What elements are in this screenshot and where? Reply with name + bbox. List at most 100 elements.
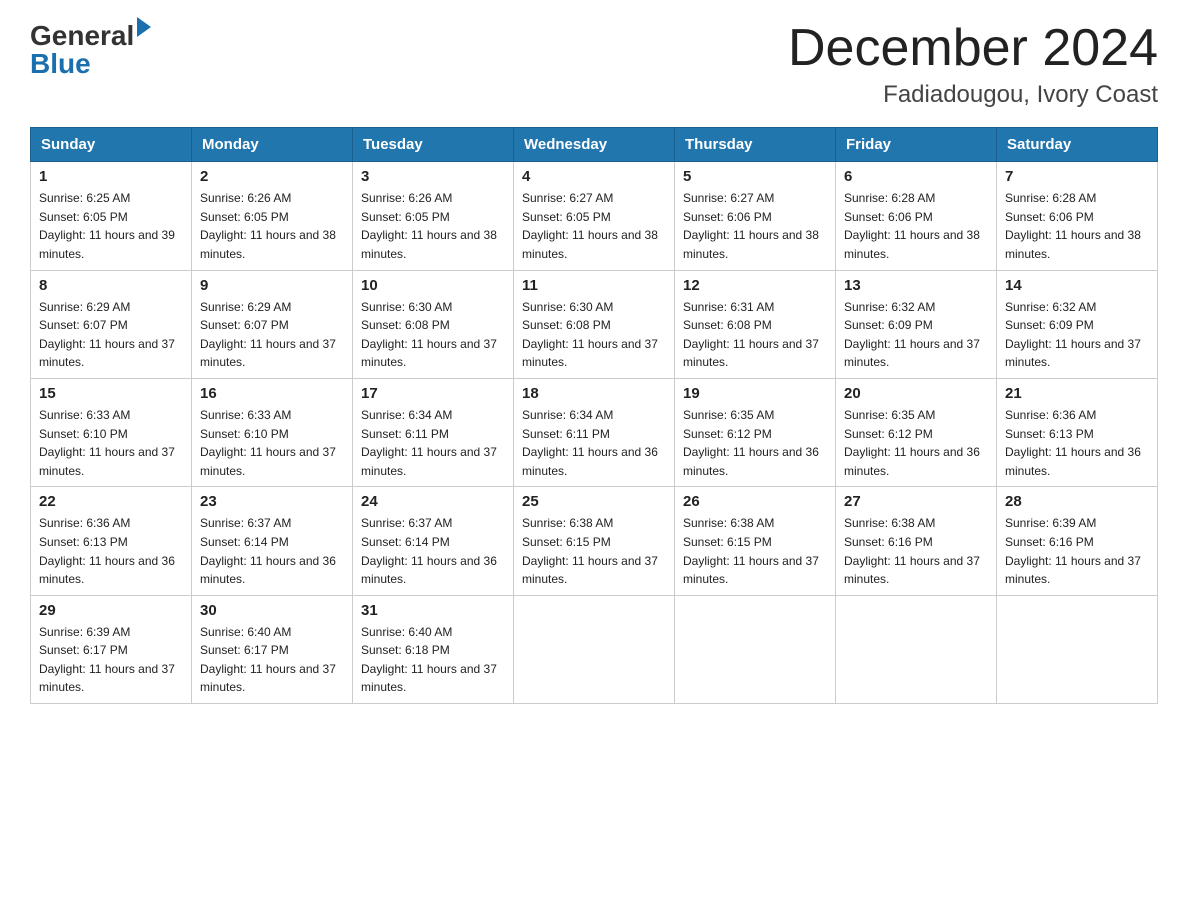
day-info: Sunrise: 6:26 AMSunset: 6:05 PMDaylight:… <box>361 189 505 263</box>
day-info: Sunrise: 6:31 AMSunset: 6:08 PMDaylight:… <box>683 298 827 372</box>
day-number: 29 <box>39 602 183 619</box>
header-cell-sunday: Sunday <box>31 128 192 162</box>
day-info: Sunrise: 6:38 AMSunset: 6:15 PMDaylight:… <box>522 514 666 588</box>
day-number: 20 <box>844 385 988 402</box>
day-number: 1 <box>39 168 183 185</box>
calendar-cell: 25 Sunrise: 6:38 AMSunset: 6:15 PMDayligh… <box>514 487 675 595</box>
calendar-cell: 7 Sunrise: 6:28 AMSunset: 6:06 PMDaylight… <box>997 162 1158 270</box>
calendar-cell <box>997 595 1158 703</box>
day-number: 4 <box>522 168 666 185</box>
day-info: Sunrise: 6:38 AMSunset: 6:16 PMDaylight:… <box>844 514 988 588</box>
day-info: Sunrise: 6:37 AMSunset: 6:14 PMDaylight:… <box>361 514 505 588</box>
header-cell-saturday: Saturday <box>997 128 1158 162</box>
calendar-cell: 19 Sunrise: 6:35 AMSunset: 6:12 PMDayligh… <box>675 378 836 486</box>
day-number: 14 <box>1005 277 1149 294</box>
day-info: Sunrise: 6:35 AMSunset: 6:12 PMDaylight:… <box>844 406 988 480</box>
day-info: Sunrise: 6:39 AMSunset: 6:17 PMDaylight:… <box>39 623 183 697</box>
day-number: 27 <box>844 493 988 510</box>
day-number: 2 <box>200 168 344 185</box>
calendar-cell: 8 Sunrise: 6:29 AMSunset: 6:07 PMDaylight… <box>31 270 192 378</box>
day-number: 23 <box>200 493 344 510</box>
page-subtitle: Fadiadougou, Ivory Coast <box>788 81 1158 109</box>
day-info: Sunrise: 6:39 AMSunset: 6:16 PMDaylight:… <box>1005 514 1149 588</box>
calendar-cell: 2Sunrise: 6:26 AMSunset: 6:05 PMDaylight… <box>192 162 353 270</box>
calendar-cell: 9 Sunrise: 6:29 AMSunset: 6:07 PMDaylight… <box>192 270 353 378</box>
day-number: 9 <box>200 277 344 294</box>
day-number: 19 <box>683 385 827 402</box>
calendar-cell: 16 Sunrise: 6:33 AMSunset: 6:10 PMDayligh… <box>192 378 353 486</box>
day-info: Sunrise: 6:28 AMSunset: 6:06 PMDaylight:… <box>844 189 988 263</box>
day-info: Sunrise: 6:36 AMSunset: 6:13 PMDaylight:… <box>1005 406 1149 480</box>
calendar-cell <box>514 595 675 703</box>
day-info: Sunrise: 6:25 AMSunset: 6:05 PMDaylight:… <box>39 189 183 263</box>
day-number: 21 <box>1005 385 1149 402</box>
day-info: Sunrise: 6:32 AMSunset: 6:09 PMDaylight:… <box>1005 298 1149 372</box>
day-number: 18 <box>522 385 666 402</box>
day-number: 12 <box>683 277 827 294</box>
header-cell-wednesday: Wednesday <box>514 128 675 162</box>
logo-arrow-icon <box>137 17 151 37</box>
day-info: Sunrise: 6:38 AMSunset: 6:15 PMDaylight:… <box>683 514 827 588</box>
calendar-week-row: 15 Sunrise: 6:33 AMSunset: 6:10 PMDayligh… <box>31 378 1158 486</box>
day-number: 15 <box>39 385 183 402</box>
day-number: 6 <box>844 168 988 185</box>
day-number: 10 <box>361 277 505 294</box>
day-info: Sunrise: 6:27 AMSunset: 6:05 PMDaylight:… <box>522 189 666 263</box>
day-number: 31 <box>361 602 505 619</box>
calendar-cell: 30Sunrise: 6:40 AMSunset: 6:17 PMDayligh… <box>192 595 353 703</box>
day-info: Sunrise: 6:28 AMSunset: 6:06 PMDaylight:… <box>1005 189 1149 263</box>
calendar-cell: 20 Sunrise: 6:35 AMSunset: 6:12 PMDayligh… <box>836 378 997 486</box>
calendar-week-row: 29 Sunrise: 6:39 AMSunset: 6:17 PMDayligh… <box>31 595 1158 703</box>
calendar-cell: 24 Sunrise: 6:37 AMSunset: 6:14 PMDayligh… <box>353 487 514 595</box>
calendar-cell: 4 Sunrise: 6:27 AMSunset: 6:05 PMDaylight… <box>514 162 675 270</box>
day-number: 30 <box>200 602 344 619</box>
calendar-cell: 1 Sunrise: 6:25 AMSunset: 6:05 PMDaylight… <box>31 162 192 270</box>
calendar-cell: 31 Sunrise: 6:40 AMSunset: 6:18 PMDayligh… <box>353 595 514 703</box>
day-number: 25 <box>522 493 666 510</box>
calendar-cell: 14 Sunrise: 6:32 AMSunset: 6:09 PMDayligh… <box>997 270 1158 378</box>
calendar-cell: 17 Sunrise: 6:34 AMSunset: 6:11 PMDayligh… <box>353 378 514 486</box>
calendar-cell: 18 Sunrise: 6:34 AMSunset: 6:11 PMDayligh… <box>514 378 675 486</box>
calendar-cell: 11Sunrise: 6:30 AMSunset: 6:08 PMDayligh… <box>514 270 675 378</box>
calendar-cell: 21 Sunrise: 6:36 AMSunset: 6:13 PMDayligh… <box>997 378 1158 486</box>
day-info: Sunrise: 6:32 AMSunset: 6:09 PMDaylight:… <box>844 298 988 372</box>
day-info: Sunrise: 6:29 AMSunset: 6:07 PMDaylight:… <box>39 298 183 372</box>
calendar-header: SundayMondayTuesdayWednesdayThursdayFrid… <box>31 128 1158 162</box>
day-info: Sunrise: 6:35 AMSunset: 6:12 PMDaylight:… <box>683 406 827 480</box>
header-cell-friday: Friday <box>836 128 997 162</box>
calendar-cell: 22Sunrise: 6:36 AMSunset: 6:13 PMDayligh… <box>31 487 192 595</box>
day-info: Sunrise: 6:40 AMSunset: 6:18 PMDaylight:… <box>361 623 505 697</box>
calendar-cell: 23Sunrise: 6:37 AMSunset: 6:14 PMDayligh… <box>192 487 353 595</box>
day-number: 5 <box>683 168 827 185</box>
calendar-week-row: 8 Sunrise: 6:29 AMSunset: 6:07 PMDaylight… <box>31 270 1158 378</box>
day-number: 26 <box>683 493 827 510</box>
calendar-cell: 6 Sunrise: 6:28 AMSunset: 6:06 PMDaylight… <box>836 162 997 270</box>
calendar-cell: 10 Sunrise: 6:30 AMSunset: 6:08 PMDayligh… <box>353 270 514 378</box>
day-number: 24 <box>361 493 505 510</box>
title-area: December 2024 Fadiadougou, Ivory Coast <box>788 20 1158 109</box>
calendar-cell <box>836 595 997 703</box>
day-number: 17 <box>361 385 505 402</box>
day-number: 11 <box>522 277 666 294</box>
page-title: December 2024 <box>788 20 1158 77</box>
day-number: 8 <box>39 277 183 294</box>
header-row: SundayMondayTuesdayWednesdayThursdayFrid… <box>31 128 1158 162</box>
logo: General Blue <box>30 20 151 80</box>
header-cell-monday: Monday <box>192 128 353 162</box>
day-info: Sunrise: 6:30 AMSunset: 6:08 PMDaylight:… <box>361 298 505 372</box>
day-number: 7 <box>1005 168 1149 185</box>
day-info: Sunrise: 6:33 AMSunset: 6:10 PMDaylight:… <box>39 406 183 480</box>
day-info: Sunrise: 6:34 AMSunset: 6:11 PMDaylight:… <box>522 406 666 480</box>
day-number: 16 <box>200 385 344 402</box>
calendar-week-row: 1 Sunrise: 6:25 AMSunset: 6:05 PMDaylight… <box>31 162 1158 270</box>
day-number: 3 <box>361 168 505 185</box>
calendar-cell: 3 Sunrise: 6:26 AMSunset: 6:05 PMDaylight… <box>353 162 514 270</box>
calendar-cell: 5Sunrise: 6:27 AMSunset: 6:06 PMDaylight… <box>675 162 836 270</box>
day-info: Sunrise: 6:34 AMSunset: 6:11 PMDaylight:… <box>361 406 505 480</box>
day-number: 22 <box>39 493 183 510</box>
day-info: Sunrise: 6:29 AMSunset: 6:07 PMDaylight:… <box>200 298 344 372</box>
day-info: Sunrise: 6:33 AMSunset: 6:10 PMDaylight:… <box>200 406 344 480</box>
header-cell-tuesday: Tuesday <box>353 128 514 162</box>
calendar-cell: 15 Sunrise: 6:33 AMSunset: 6:10 PMDayligh… <box>31 378 192 486</box>
calendar-cell: 29 Sunrise: 6:39 AMSunset: 6:17 PMDayligh… <box>31 595 192 703</box>
